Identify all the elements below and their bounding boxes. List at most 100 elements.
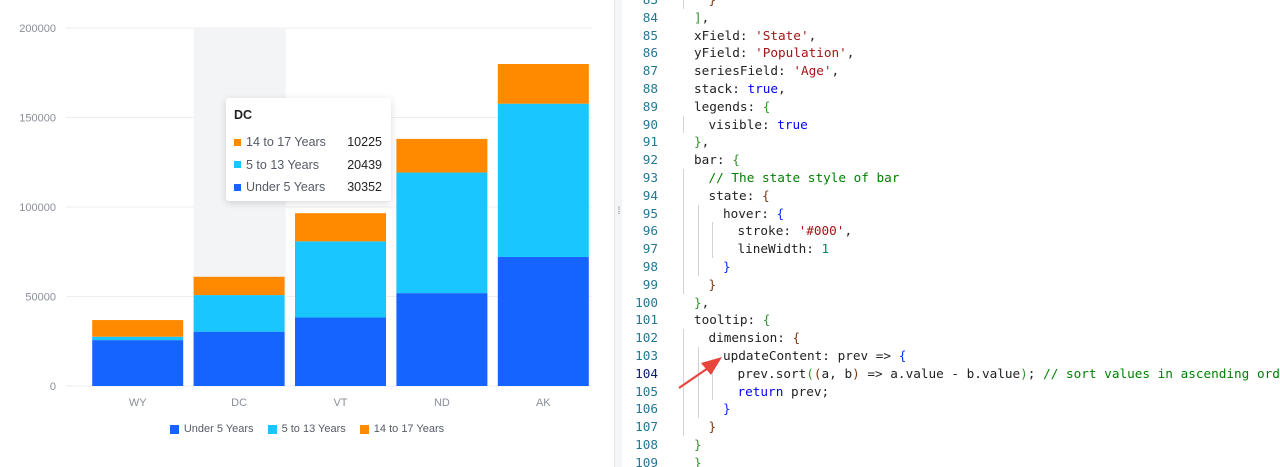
line-number: 99: [642, 276, 658, 292]
code-token: {: [761, 187, 770, 203]
code-token: }: [709, 0, 717, 7]
indent-guide: [683, 400, 684, 419]
code-text: state: {: [709, 187, 770, 205]
code-token: 'Population': [755, 45, 847, 61]
indent-guide: [712, 364, 713, 383]
code-text: ],: [694, 9, 709, 27]
code-text: stack: true,: [694, 80, 786, 98]
indent-guide: [697, 400, 699, 419]
chart-pane: 0 50000 100000 150000 200000 WY DC VT ND AK Under…: [0, 0, 614, 467]
tooltip-value: 20439: [347, 157, 382, 172]
tooltip-swatch: [234, 138, 241, 146]
code-text: prev.sort((a, b) => a.value - b.value); …: [738, 365, 1280, 383]
legend-swatch: [169, 424, 179, 434]
code-token: ;: [1027, 365, 1044, 381]
indent-guide: [683, 418, 684, 436]
legend-label: Under 5 Years: [183, 423, 254, 435]
indent-guide: [683, 275, 684, 294]
legend-swatch: [267, 424, 277, 434]
line-number: 97: [642, 241, 658, 257]
bar-ak-series-0: [497, 256, 589, 386]
indent-guide: [683, 0, 684, 9]
code-token: }: [708, 276, 717, 292]
line-number: 86: [642, 45, 658, 61]
code-text: }: [694, 454, 702, 467]
code-token: true: [747, 80, 779, 96]
indent-guide: [683, 257, 684, 276]
code-token: {: [762, 98, 771, 114]
line-number: 93: [642, 169, 658, 185]
x-tick-label: WY: [129, 397, 147, 409]
line-number: 83: [622, 0, 658, 9]
code-token: }: [694, 454, 702, 467]
code-token: hover:: [723, 205, 777, 221]
code-token: prev.sort: [737, 365, 807, 381]
line-number: 100: [635, 294, 658, 310]
code-text: xField: 'State',: [694, 27, 816, 45]
line-number: 109: [635, 454, 658, 467]
x-tick-label: ND: [434, 397, 450, 409]
code-token: ,: [778, 80, 786, 96]
legend-item[interactable]: 14 to 17 Years: [359, 423, 444, 435]
chart-tooltip: DC 14 to 17 Years 10225 5 to 13 Years 20439…: [226, 98, 391, 201]
code-token: 1: [821, 241, 830, 257]
code-text: tooltip: {: [694, 311, 770, 329]
code-token: lineWidth:: [737, 241, 822, 257]
code-text: hover: {: [723, 205, 784, 223]
code-token: '#000': [798, 223, 845, 239]
legend-item[interactable]: 5 to 13 Years: [267, 423, 346, 435]
code-token: 'State': [755, 27, 809, 43]
line-number: 103: [635, 347, 658, 363]
bar-ak-series-2: [497, 64, 589, 104]
code-token: state:: [708, 187, 762, 203]
bar-ak-series-1: [497, 103, 589, 257]
bar-dc-series-1: [193, 295, 285, 332]
y-tick-label: 150000: [19, 113, 56, 125]
tooltip-series-name: Under 5 Years: [246, 180, 326, 195]
tooltip-row: 5 to 13 Years 20439: [234, 154, 382, 177]
code-token: tooltip:: [694, 312, 763, 328]
code-token: dimension:: [708, 330, 793, 346]
indent-guide: [697, 240, 699, 258]
x-tick-label: DC: [231, 397, 247, 409]
code-text: bar: {: [694, 151, 740, 169]
code-token: return: [737, 383, 784, 399]
code-text: },: [694, 294, 709, 312]
code-token: (: [806, 365, 814, 381]
code-editor[interactable]: 83} 84], 85 xField: 'State', 86 yField: 'Popu…: [622, 0, 1280, 467]
indent-guide: [683, 382, 684, 401]
y-tick-label: 100000: [19, 202, 56, 214]
code-token: => a.value - b.value: [859, 365, 1021, 381]
tooltip-series-name: 14 to 17 Years: [246, 135, 326, 150]
line-number: 108: [635, 436, 658, 452]
code-token: (: [813, 365, 822, 381]
code-token: yField:: [694, 45, 756, 61]
pane-resize-handle[interactable]: ⁞: [614, 0, 622, 467]
bar-vt-series-1: [295, 241, 386, 318]
code-token: // sort values in ascending order: [1043, 365, 1280, 381]
code-text: seriesField: 'Age',: [694, 62, 839, 80]
indent-guide: [697, 204, 699, 223]
code-token: a, b: [821, 365, 853, 381]
code-token: }: [694, 294, 702, 310]
code-token: visible:: [708, 116, 778, 132]
x-tick-label: AK: [536, 397, 551, 409]
code-text: visible: true: [709, 116, 808, 134]
legend-item[interactable]: Under 5 Years: [169, 423, 254, 435]
line-number: 94: [642, 187, 658, 203]
line-number: 96: [642, 223, 658, 239]
indent-guide: [683, 168, 684, 187]
code-token: legends:: [694, 98, 763, 114]
code-token: prev;: [783, 383, 830, 399]
line-number: 95: [642, 205, 658, 221]
bar-nd-series-0: [396, 293, 488, 386]
indent-guide: [683, 240, 684, 258]
code-token: stroke:: [737, 223, 799, 239]
indent-guide: [683, 329, 684, 347]
tooltip-title: DC: [234, 108, 253, 122]
code-token: ]: [694, 9, 702, 25]
code-token: ): [1020, 365, 1028, 381]
bar-vt-series-2: [295, 213, 386, 242]
code-token: {: [732, 152, 740, 168]
code-text: }: [723, 258, 731, 276]
